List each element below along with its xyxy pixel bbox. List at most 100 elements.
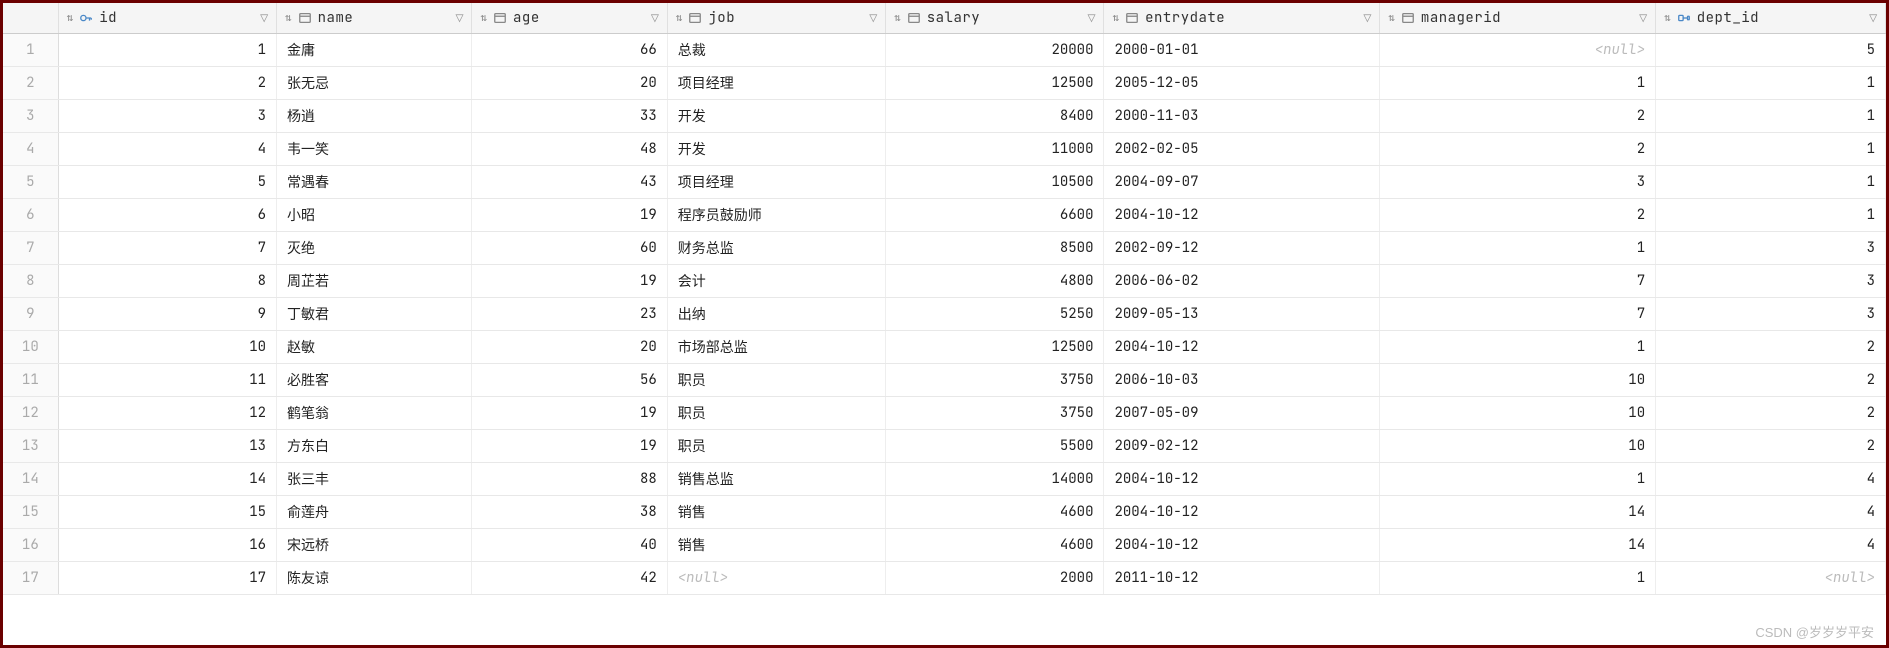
- cell-name[interactable]: 张三丰: [277, 463, 472, 496]
- cell-entrydate[interactable]: 2006-10-03: [1104, 364, 1380, 397]
- cell-entrydate[interactable]: 2004-10-12: [1104, 529, 1380, 562]
- cell-managerid[interactable]: 2: [1380, 100, 1656, 133]
- cell-job[interactable]: 项目经理: [667, 67, 885, 100]
- cell-id[interactable]: 15: [58, 496, 276, 529]
- cell-job[interactable]: 职员: [667, 430, 885, 463]
- cell-age[interactable]: 33: [472, 100, 667, 133]
- cell-id[interactable]: 4: [58, 133, 276, 166]
- cell-id[interactable]: 8: [58, 265, 276, 298]
- cell-id[interactable]: 2: [58, 67, 276, 100]
- cell-entrydate[interactable]: 2002-02-05: [1104, 133, 1380, 166]
- table-row[interactable]: 1717陈友谅42<null>20002011-10-121<null>: [3, 562, 1886, 595]
- cell-age[interactable]: 19: [472, 430, 667, 463]
- cell-entrydate[interactable]: 2006-06-02: [1104, 265, 1380, 298]
- cell-age[interactable]: 19: [472, 199, 667, 232]
- cell-managerid[interactable]: 1: [1380, 562, 1656, 595]
- cell-job[interactable]: 总裁: [667, 34, 885, 67]
- cell-name[interactable]: 宋远桥: [277, 529, 472, 562]
- cell-managerid[interactable]: 14: [1380, 496, 1656, 529]
- cell-job[interactable]: 职员: [667, 397, 885, 430]
- cell-id[interactable]: 16: [58, 529, 276, 562]
- cell-managerid[interactable]: 2: [1380, 133, 1656, 166]
- cell-salary[interactable]: 10500: [886, 166, 1104, 199]
- cell-age[interactable]: 20: [472, 67, 667, 100]
- filter-icon[interactable]: ▽: [1088, 10, 1096, 27]
- cell-dept_id[interactable]: 3: [1656, 265, 1886, 298]
- cell-salary[interactable]: 3750: [886, 397, 1104, 430]
- cell-name[interactable]: 鹤笔翁: [277, 397, 472, 430]
- sort-icon[interactable]: ⇅: [676, 13, 683, 24]
- cell-salary[interactable]: 4800: [886, 265, 1104, 298]
- cell-dept_id[interactable]: 1: [1656, 100, 1886, 133]
- cell-job[interactable]: 开发: [667, 100, 885, 133]
- cell-job[interactable]: 项目经理: [667, 166, 885, 199]
- cell-name[interactable]: 金庸: [277, 34, 472, 67]
- column-header-managerid[interactable]: ⇅managerid▽: [1380, 3, 1656, 34]
- cell-entrydate[interactable]: 2004-09-07: [1104, 166, 1380, 199]
- cell-age[interactable]: 38: [472, 496, 667, 529]
- cell-entrydate[interactable]: 2011-10-12: [1104, 562, 1380, 595]
- cell-entrydate[interactable]: 2004-10-12: [1104, 463, 1380, 496]
- cell-salary[interactable]: 2000: [886, 562, 1104, 595]
- filter-icon[interactable]: ▽: [456, 10, 464, 27]
- filter-icon[interactable]: ▽: [869, 10, 877, 27]
- filter-icon[interactable]: ▽: [260, 10, 268, 27]
- cell-id[interactable]: 10: [58, 331, 276, 364]
- cell-age[interactable]: 19: [472, 265, 667, 298]
- table-row[interactable]: 22张无忌20项目经理125002005-12-0511: [3, 67, 1886, 100]
- cell-dept_id[interactable]: 4: [1656, 496, 1886, 529]
- cell-name[interactable]: 灭绝: [277, 232, 472, 265]
- cell-managerid[interactable]: 10: [1380, 397, 1656, 430]
- cell-job[interactable]: 职员: [667, 364, 885, 397]
- cell-entrydate[interactable]: 2007-05-09: [1104, 397, 1380, 430]
- cell-dept_id[interactable]: 4: [1656, 529, 1886, 562]
- cell-job[interactable]: 程序员鼓励师: [667, 199, 885, 232]
- cell-dept_id[interactable]: 3: [1656, 298, 1886, 331]
- cell-name[interactable]: 俞莲舟: [277, 496, 472, 529]
- cell-name[interactable]: 赵敏: [277, 331, 472, 364]
- sort-icon[interactable]: ⇅: [67, 13, 74, 24]
- cell-managerid[interactable]: 2: [1380, 199, 1656, 232]
- cell-name[interactable]: 张无忌: [277, 67, 472, 100]
- cell-managerid[interactable]: 7: [1380, 298, 1656, 331]
- cell-managerid[interactable]: 10: [1380, 364, 1656, 397]
- sort-icon[interactable]: ⇅: [1388, 13, 1395, 24]
- cell-id[interactable]: 14: [58, 463, 276, 496]
- cell-name[interactable]: 陈友谅: [277, 562, 472, 595]
- cell-dept_id[interactable]: 5: [1656, 34, 1886, 67]
- cell-entrydate[interactable]: 2009-05-13: [1104, 298, 1380, 331]
- cell-id[interactable]: 17: [58, 562, 276, 595]
- cell-salary[interactable]: 8500: [886, 232, 1104, 265]
- filter-icon[interactable]: ▽: [1869, 10, 1877, 27]
- cell-name[interactable]: 方东白: [277, 430, 472, 463]
- cell-entrydate[interactable]: 2002-09-12: [1104, 232, 1380, 265]
- cell-job[interactable]: 出纳: [667, 298, 885, 331]
- cell-id[interactable]: 6: [58, 199, 276, 232]
- filter-icon[interactable]: ▽: [1363, 10, 1371, 27]
- table-row[interactable]: 1313方东白19职员55002009-02-12102: [3, 430, 1886, 463]
- cell-age[interactable]: 19: [472, 397, 667, 430]
- table-row[interactable]: 88周芷若19会计48002006-06-0273: [3, 265, 1886, 298]
- column-header-salary[interactable]: ⇅salary▽: [886, 3, 1104, 34]
- sort-icon[interactable]: ⇅: [1664, 13, 1671, 24]
- cell-salary[interactable]: 6600: [886, 199, 1104, 232]
- cell-entrydate[interactable]: 2004-10-12: [1104, 331, 1380, 364]
- column-header-job[interactable]: ⇅job▽: [667, 3, 885, 34]
- cell-job[interactable]: 销售: [667, 529, 885, 562]
- cell-entrydate[interactable]: 2005-12-05: [1104, 67, 1380, 100]
- table-row[interactable]: 1010赵敏20市场部总监125002004-10-1212: [3, 331, 1886, 364]
- table-row[interactable]: 1515俞莲舟38销售46002004-10-12144: [3, 496, 1886, 529]
- cell-dept_id[interactable]: 4: [1656, 463, 1886, 496]
- column-header-age[interactable]: ⇅age▽: [472, 3, 667, 34]
- cell-name[interactable]: 小昭: [277, 199, 472, 232]
- cell-age[interactable]: 56: [472, 364, 667, 397]
- cell-name[interactable]: 丁敏君: [277, 298, 472, 331]
- cell-age[interactable]: 20: [472, 331, 667, 364]
- table-row[interactable]: 1616宋远桥40销售46002004-10-12144: [3, 529, 1886, 562]
- sort-icon[interactable]: ⇅: [480, 13, 487, 24]
- cell-job[interactable]: <null>: [667, 562, 885, 595]
- cell-entrydate[interactable]: 2000-01-01: [1104, 34, 1380, 67]
- cell-dept_id[interactable]: 3: [1656, 232, 1886, 265]
- cell-entrydate[interactable]: 2004-10-12: [1104, 496, 1380, 529]
- cell-id[interactable]: 1: [58, 34, 276, 67]
